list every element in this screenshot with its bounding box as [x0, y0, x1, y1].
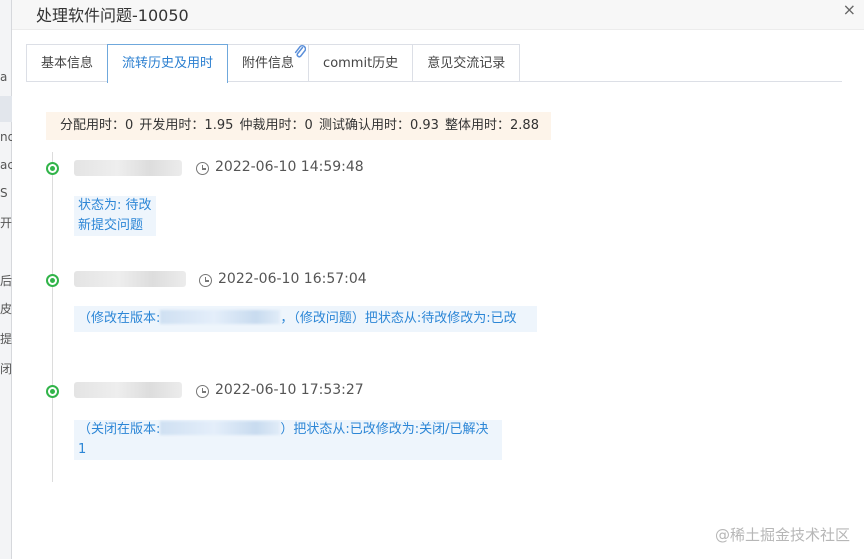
timeline-time: 2022-06-10 17:53:27	[215, 382, 364, 398]
watermark: @稀土掘金技术社区	[714, 526, 850, 544]
timeline-node	[46, 162, 59, 175]
message-line: （关闭在版本: ）把状态从:已改修改为:关闭/已解决	[78, 420, 498, 440]
timeline-message: 状态为: 待改 新提交问题	[74, 196, 156, 236]
tab-comments[interactable]: 意见交流记录	[412, 44, 521, 82]
message-suffix: ，（修改问题）把状态从:待改修改为:已改	[280, 311, 517, 326]
test-time: 测试确认用时：0.93	[318, 118, 439, 133]
develop-time: 开发用时：1.95	[139, 118, 234, 133]
background-text: 闭	[0, 362, 12, 376]
tab-commit-history[interactable]: commit历史	[308, 44, 414, 82]
tab-attachments[interactable]: 附件信息	[227, 44, 310, 82]
background-text: a	[0, 70, 8, 84]
message-suffix: ）把状态从:已改修改为:关闭/已解决	[280, 422, 489, 437]
dialog-header: 处理软件问题-10050 ×	[12, 0, 864, 30]
clock-icon	[196, 162, 209, 175]
redacted-version	[160, 421, 281, 435]
message-prefix: （关闭在版本:	[78, 422, 161, 437]
background-page-edge: a nd ac S 开 后 皮 提 闭	[0, 0, 12, 559]
message-line-2: 1	[78, 442, 87, 457]
total-time: 整体用时：2.88	[445, 118, 539, 133]
tab-history-and-time[interactable]: 流转历史及用时	[107, 44, 229, 83]
close-button[interactable]: ×	[843, 1, 856, 19]
clock-icon	[199, 274, 212, 287]
tab-basic-info[interactable]: 基本信息	[26, 44, 109, 82]
background-selected-row	[0, 96, 12, 122]
redacted-username	[74, 271, 186, 287]
background-text: nd	[0, 130, 12, 144]
message-prefix: （修改在版本:	[78, 311, 161, 326]
background-text: 提	[0, 332, 12, 346]
tab-attachments-label: 附件信息	[242, 56, 295, 71]
paperclip-icon	[294, 37, 307, 75]
timeline-node	[46, 385, 59, 398]
time-summary: 分配用时：0 开发用时：1.95 仲裁用时：0 测试确认用时：0.93 整体用时…	[46, 112, 551, 140]
background-text: ac	[0, 158, 12, 172]
background-text: 皮	[0, 302, 12, 316]
background-text: 后	[0, 274, 12, 288]
dialog-title: 处理软件问题-10050	[36, 6, 189, 25]
event-line: 新提交问题	[78, 218, 144, 233]
timeline-time: 2022-06-10 16:57:04	[218, 271, 367, 287]
redacted-username	[74, 160, 182, 176]
assign-time: 分配用时：0	[60, 118, 134, 133]
background-text: 开	[0, 216, 12, 230]
status-line: 状态为: 待改	[78, 198, 152, 213]
tab-bar: 基本信息 流转历史及用时 附件信息 commit历史 意见交流记录	[26, 44, 521, 83]
clock-icon	[196, 385, 209, 398]
timeline-message: （关闭在版本: ）把状态从:已改修改为:关闭/已解决 1	[74, 420, 502, 460]
redacted-version	[160, 310, 281, 324]
timeline-message: （修改在版本: ，（修改问题）把状态从:待改修改为:已改	[74, 306, 537, 332]
timeline-time: 2022-06-10 14:59:48	[215, 159, 364, 175]
redacted-username	[74, 382, 182, 398]
timeline-node	[46, 274, 59, 287]
arbitrate-time: 仲裁用时：0	[239, 118, 313, 133]
background-text: S	[0, 186, 8, 200]
timeline-axis	[52, 152, 53, 482]
